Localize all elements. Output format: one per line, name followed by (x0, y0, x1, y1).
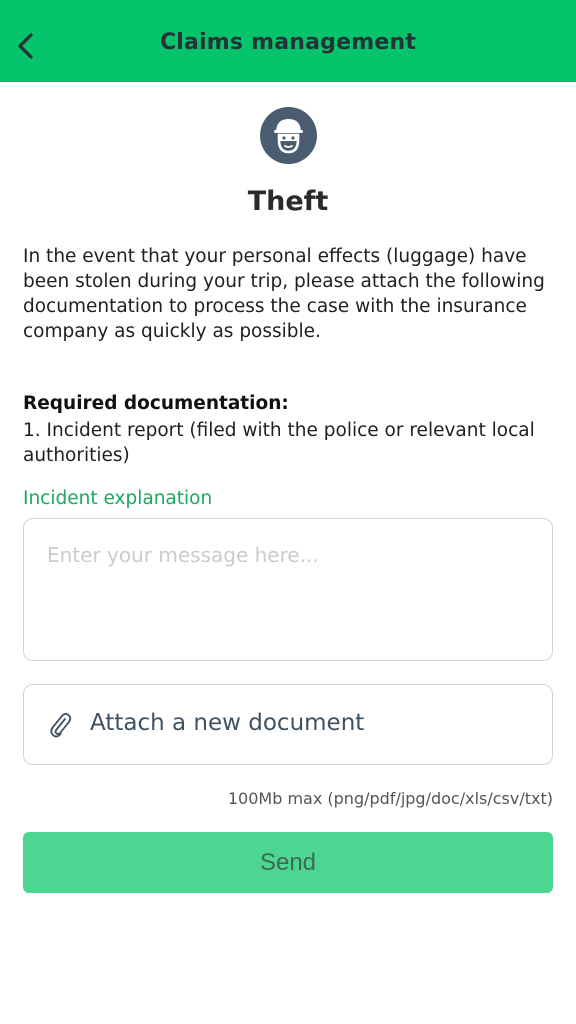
claim-type-title: Theft (247, 186, 329, 217)
attach-document-button[interactable]: Attach a new document (23, 684, 553, 765)
send-button[interactable]: Send (23, 832, 553, 893)
theft-badge (260, 107, 317, 164)
required-doc-item: 1. Incident report (filed with the polic… (23, 420, 535, 466)
incident-explanation-input[interactable] (23, 518, 553, 661)
claim-description: In the event that your personal effects … (23, 246, 545, 342)
app-header: Claims management (0, 0, 576, 82)
paperclip-icon (50, 712, 72, 738)
page-header-title: Claims management (159, 30, 417, 55)
send-button-label: Send (259, 848, 317, 876)
attach-document-label: Attach a new document (90, 710, 365, 736)
required-docs-title: Required documentation: (23, 393, 289, 414)
file-limit-note: 100Mb max (png/pdf/jpg/doc/xls/csv/txt) (227, 789, 553, 808)
incident-explanation-label: Incident explanation (23, 488, 213, 509)
thief-icon (274, 119, 303, 154)
